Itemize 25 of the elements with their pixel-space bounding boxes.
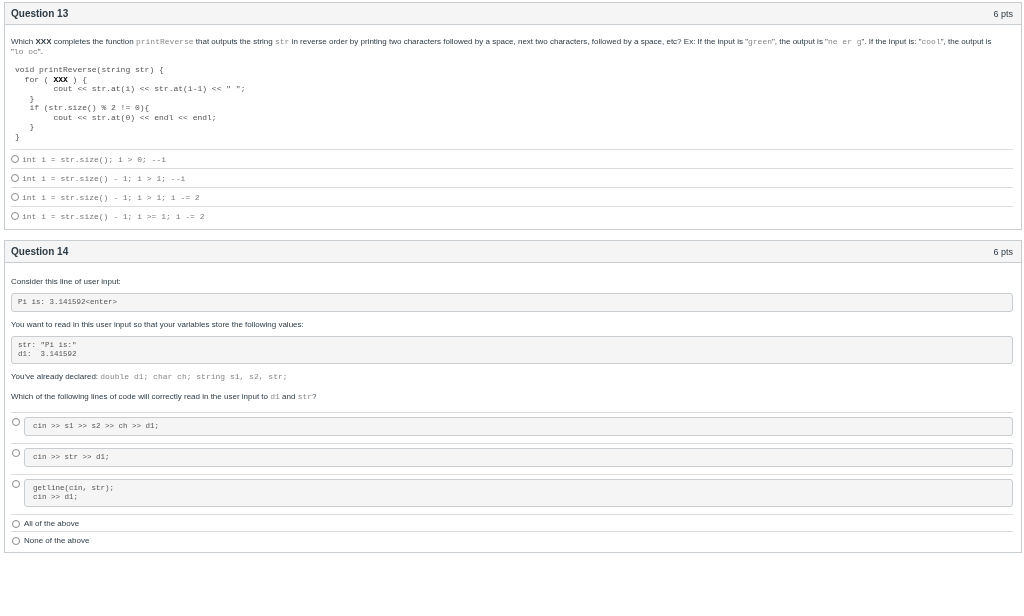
question-title: Question 13 — [11, 8, 69, 19]
question-text: You want to read in this user input so that your variables store the following values: — [11, 320, 305, 330]
question-text: Which XXX completes the function printReverse that outputs the string str in reverse order by printing two characters followed by a space, next two characters, followed by a space, etc? Ex: If the input is "green", the output is "ne er g". If the input is: "cool", the output is "lo oc". — [11, 37, 993, 57]
code-text: void printReverse(string str) { for ( XXX ) { cout << str.at(i) << str.at(i-1) << " "; } if (str.size() % 2 != 0){ cout << str.at(0) << endl << endl; } } — [15, 65, 247, 141]
points-label: 6 pts — [993, 246, 1013, 257]
radio-button[interactable] — [12, 418, 20, 426]
answer-text[interactable]: All of the above — [24, 519, 80, 528]
answer-text[interactable]: None of the above — [24, 536, 90, 545]
question-text: Which of the following lines of code will correctly read in the user input to d1 and str? — [11, 392, 318, 402]
answer-code[interactable]: int i = str.size(); i > 0; --i — [22, 154, 167, 164]
answer-code[interactable]: int i = str.size() - 1; i > 1; --i — [22, 173, 186, 183]
radio-button[interactable] — [11, 174, 19, 182]
answer-code[interactable]: int i = str.size() - 1; i > 1; i -= 2 — [22, 192, 200, 202]
radio-button[interactable] — [11, 212, 19, 220]
radio-button[interactable] — [12, 520, 20, 528]
radio-button[interactable] — [11, 193, 19, 201]
question-text: Consider this line of user input: — [11, 277, 122, 287]
question-title: Question 14 — [11, 246, 69, 257]
radio-button[interactable] — [12, 537, 20, 545]
answer-code[interactable]: int i = str.size() - 1; i >= 1; i -= 2 — [22, 211, 205, 221]
radio-button[interactable] — [11, 155, 19, 163]
points-label: 6 pts — [993, 8, 1013, 19]
question-text: You've already declared: double d1; char ch; string s1, s2, str; — [11, 372, 289, 382]
radio-button[interactable] — [12, 449, 20, 457]
radio-button[interactable] — [12, 480, 20, 488]
